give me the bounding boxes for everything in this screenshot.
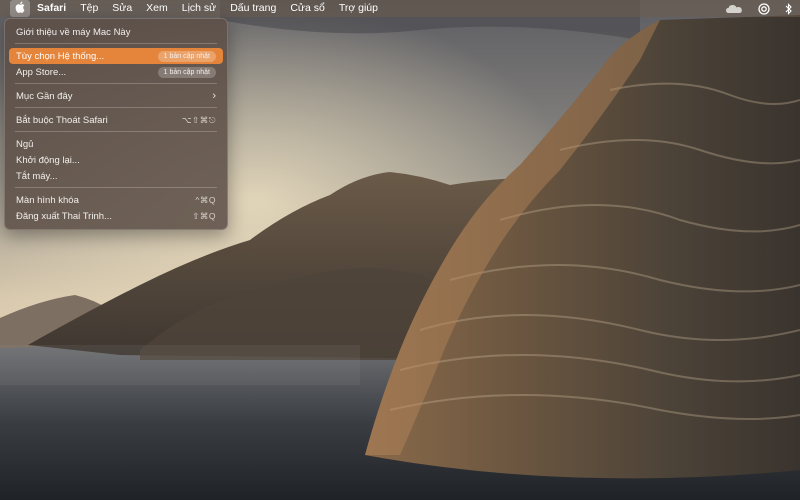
menu-view[interactable]: Xem (139, 0, 175, 17)
creative-cloud-icon[interactable] (757, 2, 771, 15)
keyboard-shortcut: ^⌘Q (195, 194, 216, 205)
menu-window[interactable]: Cửa sổ (283, 0, 331, 17)
apple-menu-button[interactable] (10, 0, 30, 17)
menu-item-log-out[interactable]: Đăng xuất Thai Trinh... ⇧⌘Q (9, 208, 223, 224)
menu-item-label: Giới thiệu về máy Mac Này (16, 26, 131, 38)
menu-file[interactable]: Tệp (73, 0, 105, 17)
menu-edit[interactable]: Sửa (105, 0, 139, 17)
menu-item-label: Ngủ (16, 138, 34, 150)
menu-item-label: Đăng xuất Thai Trinh... (16, 210, 112, 222)
chevron-right-icon: › (212, 90, 216, 102)
menu-bar: Safari Tệp Sửa Xem Lịch sử Dấu trang Cửa… (0, 0, 800, 17)
menu-item-label: Khởi động lại... (16, 154, 80, 166)
menu-item-app-store[interactable]: App Store... 1 bản cập nhật (9, 64, 223, 80)
menu-separator (15, 107, 217, 108)
keyboard-shortcut: ⇧⌘Q (192, 210, 216, 221)
menu-item-shut-down[interactable]: Tắt máy... (9, 168, 223, 184)
update-badge: 1 bản cập nhật (157, 66, 216, 78)
menu-item-label: Tùy chọn Hệ thống... (16, 50, 105, 62)
menu-separator (15, 131, 217, 132)
menu-item-restart[interactable]: Khởi động lại... (9, 152, 223, 168)
menu-item-label: Mục Gần đây (16, 90, 73, 102)
menu-item-label: Bắt buộc Thoát Safari (16, 114, 108, 126)
apple-logo-icon (15, 1, 25, 16)
menu-item-label: Màn hình khóa (16, 194, 79, 206)
menu-item-sleep[interactable]: Ngủ (9, 136, 223, 152)
menu-item-label: App Store... (16, 66, 67, 78)
menu-separator (15, 187, 217, 188)
menu-item-system-preferences[interactable]: Tùy chọn Hệ thống... 1 bản cập nhật (9, 48, 223, 64)
menu-separator (15, 83, 217, 84)
menu-separator (15, 43, 217, 44)
apple-menu-dropdown: Giới thiệu về máy Mac Này Tùy chọn Hệ th… (4, 18, 228, 230)
bluetooth-icon[interactable] (785, 2, 792, 15)
menu-item-force-quit[interactable]: Bắt buộc Thoát Safari ⌥⇧⌘⎋ (9, 112, 223, 128)
icloud-sync-icon[interactable] (725, 4, 743, 14)
menu-item-about-this-mac[interactable]: Giới thiệu về máy Mac Này (9, 24, 223, 40)
keyboard-shortcut: ⌥⇧⌘⎋ (181, 114, 216, 125)
menu-item-recent-items[interactable]: Mục Gần đây › (9, 88, 223, 104)
menu-history[interactable]: Lịch sử (175, 0, 223, 17)
menu-item-label: Tắt máy... (16, 170, 58, 182)
update-badge: 1 bản cập nhật (157, 50, 216, 62)
menu-safari[interactable]: Safari (30, 0, 73, 17)
menu-help[interactable]: Trợ giúp (332, 0, 385, 17)
menu-bookmarks[interactable]: Dấu trang (223, 0, 283, 17)
menu-item-lock-screen[interactable]: Màn hình khóa ^⌘Q (9, 192, 223, 208)
